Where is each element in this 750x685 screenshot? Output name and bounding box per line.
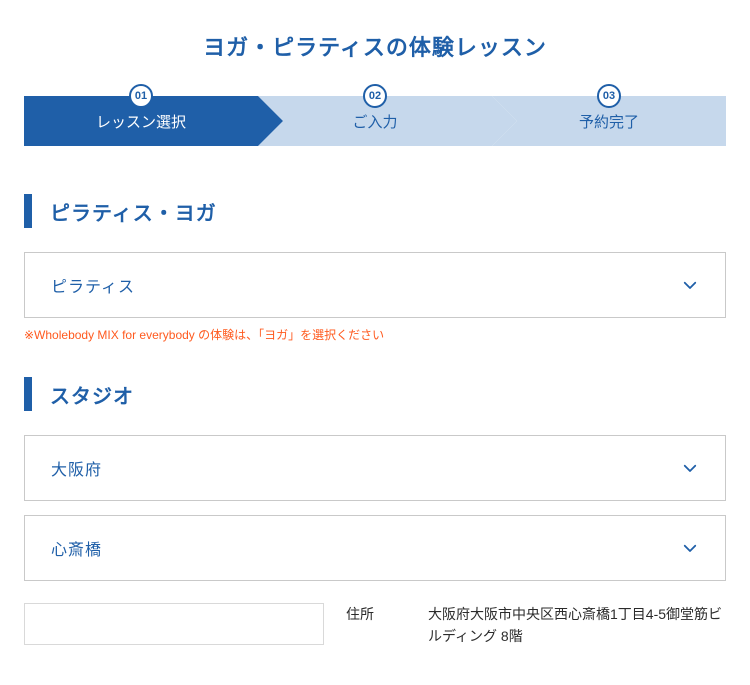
studio-thumbnail [24,603,324,645]
category-select-value: ピラティス [51,273,135,297]
category-select[interactable]: ピラティス [24,252,726,318]
category-note: ※Wholebody MIX for everybody の体験は、「ヨガ」を選… [24,326,726,343]
step-input: 02 ご入力 [258,96,492,146]
prefecture-select-value: 大阪府 [51,456,102,480]
studio-detail: 住所 大阪府大阪市中央区西心斎橋1丁目4-5御堂筋ビルディング 8階 [24,603,726,648]
section-title: スタジオ [50,380,134,409]
heading-bar [24,377,32,411]
chevron-down-icon [681,459,699,477]
step-complete: 03 予約完了 [492,96,726,146]
address-value: 大阪府大阪市中央区西心斎橋1丁目4-5御堂筋ビルディング 8階 [428,603,726,648]
address-label: 住所 [346,603,406,648]
step-badge: 03 [597,84,621,108]
chevron-down-icon [681,276,699,294]
step-badge: 02 [363,84,387,108]
studio-select[interactable]: 心斎橋 [24,515,726,581]
page-title: ヨガ・ピラティスの体験レッスン [24,30,726,62]
step-lesson-select: 01 レッスン選択 [24,96,258,146]
heading-bar [24,194,32,228]
step-label: レッスン選択 [96,111,186,132]
studio-detail-grid: 住所 大阪府大阪市中央区西心斎橋1丁目4-5御堂筋ビルディング 8階 [346,603,726,648]
section-heading-studio: スタジオ [24,377,726,411]
progress-stepper: 01 レッスン選択 02 ご入力 03 予約完了 [24,96,726,146]
step-label: 予約完了 [579,111,639,132]
step-label: ご入力 [352,111,397,132]
prefecture-select[interactable]: 大阪府 [24,435,726,501]
studio-select-value: 心斎橋 [51,536,102,560]
section-title: ピラティス・ヨガ [50,197,217,226]
section-heading-category: ピラティス・ヨガ [24,194,726,228]
chevron-down-icon [681,539,699,557]
step-badge: 01 [129,84,153,108]
